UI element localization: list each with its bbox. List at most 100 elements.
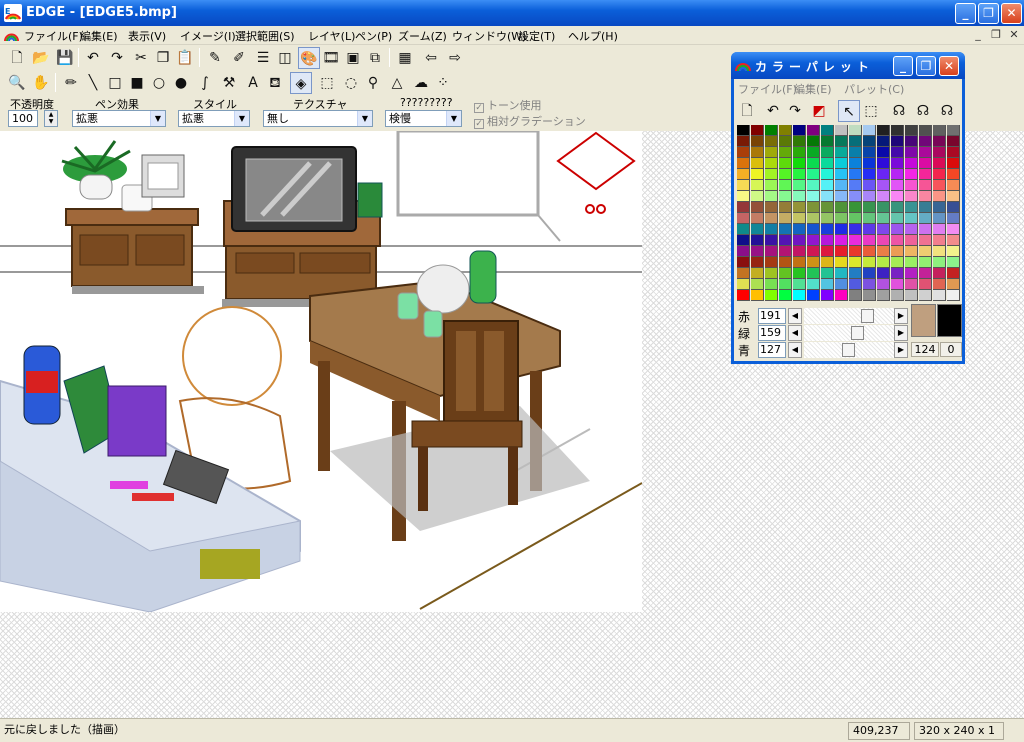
palette-menu-palette[interactable]: パレット(C) xyxy=(844,81,904,97)
color-swatch[interactable] xyxy=(793,202,806,213)
color-swatch[interactable] xyxy=(947,125,960,136)
color-swatch[interactable] xyxy=(947,169,960,180)
color-swatch[interactable] xyxy=(779,235,792,246)
color-swatch[interactable] xyxy=(821,158,834,169)
curve-icon[interactable]: ∫ xyxy=(194,72,216,94)
chevron-down-icon[interactable]: ▼ xyxy=(150,111,165,126)
color-swatch[interactable] xyxy=(779,213,792,224)
color-swatch[interactable] xyxy=(863,136,876,147)
color-swatch[interactable] xyxy=(793,246,806,257)
color-swatch[interactable] xyxy=(919,180,932,191)
color-swatch[interactable] xyxy=(849,136,862,147)
redo-icon[interactable]: ↷ xyxy=(106,47,128,69)
color-swatch[interactable] xyxy=(947,158,960,169)
color-swatch[interactable] xyxy=(877,180,890,191)
color-swatch[interactable] xyxy=(877,191,890,202)
color-swatch[interactable] xyxy=(821,202,834,213)
menu-layer[interactable]: レイヤ(L) xyxy=(308,28,355,44)
color-swatch[interactable] xyxy=(779,290,792,301)
color-swatch[interactable] xyxy=(877,169,890,180)
headphones-icon[interactable]: ☊ xyxy=(888,100,910,122)
color-swatch[interactable] xyxy=(849,213,862,224)
color-swatch[interactable] xyxy=(849,125,862,136)
color-swatch[interactable] xyxy=(891,268,904,279)
color-swatch[interactable] xyxy=(947,290,960,301)
color-swatch[interactable] xyxy=(737,158,750,169)
color-swatch[interactable] xyxy=(807,147,820,158)
color-swatch[interactable] xyxy=(779,257,792,268)
color-swatch[interactable] xyxy=(947,257,960,268)
color-swatch[interactable] xyxy=(835,169,848,180)
tone-checkbox[interactable]: ✓ トーン使用 xyxy=(474,97,541,113)
color-swatch[interactable] xyxy=(821,290,834,301)
color-swatch[interactable] xyxy=(863,147,876,158)
color-swatch[interactable] xyxy=(905,279,918,290)
color-swatch[interactable] xyxy=(891,136,904,147)
color-swatch[interactable] xyxy=(751,147,764,158)
color-swatch[interactable] xyxy=(765,136,778,147)
color-swatch[interactable] xyxy=(919,235,932,246)
layers-icon[interactable]: ◫ xyxy=(274,47,296,69)
color-swatch[interactable] xyxy=(849,180,862,191)
color-swatch[interactable] xyxy=(751,268,764,279)
color-swatch[interactable] xyxy=(793,213,806,224)
blue-value-input[interactable]: 127 xyxy=(758,342,786,358)
color-swatch[interactable] xyxy=(947,147,960,158)
color-swatch[interactable] xyxy=(919,279,932,290)
pen-effect-select[interactable]: 拡悪 ▼ xyxy=(72,110,166,127)
color-swatch[interactable] xyxy=(877,202,890,213)
color-swatch[interactable] xyxy=(905,180,918,191)
pen-settings-icon[interactable]: ✎ xyxy=(204,47,226,69)
color-swatch[interactable] xyxy=(933,235,946,246)
color-swatch[interactable] xyxy=(849,257,862,268)
color-swatch[interactable] xyxy=(891,224,904,235)
color-swatch[interactable] xyxy=(751,158,764,169)
color-swatch[interactable] xyxy=(737,279,750,290)
color-swatch[interactable] xyxy=(947,213,960,224)
pointer-icon[interactable]: ↖ xyxy=(838,100,860,122)
color-swatch[interactable] xyxy=(877,136,890,147)
fill-bucket-icon[interactable]: ⛾ xyxy=(264,72,286,94)
color-swatch[interactable] xyxy=(891,202,904,213)
color-swatch[interactable] xyxy=(919,290,932,301)
color-swatch[interactable] xyxy=(933,213,946,224)
red-increase-button[interactable]: ▶ xyxy=(894,308,908,324)
color-swatch[interactable] xyxy=(737,246,750,257)
document-icon[interactable] xyxy=(4,28,19,43)
color-swatch[interactable] xyxy=(807,224,820,235)
color-swatch[interactable] xyxy=(891,180,904,191)
palette-menu-file[interactable]: ファイル(F) xyxy=(738,81,797,97)
brush-icon[interactable]: ✐ xyxy=(228,47,250,69)
blue-slider[interactable] xyxy=(804,342,894,358)
color-swatch[interactable] xyxy=(933,268,946,279)
color-swatch[interactable] xyxy=(807,213,820,224)
color-swatch[interactable] xyxy=(863,268,876,279)
color-swatch[interactable] xyxy=(877,224,890,235)
color-swatch[interactable] xyxy=(751,125,764,136)
green-value-input[interactable]: 159 xyxy=(758,325,786,341)
color-swatch[interactable] xyxy=(835,268,848,279)
color-swatch[interactable] xyxy=(821,235,834,246)
color-swatch[interactable] xyxy=(807,235,820,246)
menu-file[interactable]: ファイル(F) xyxy=(24,28,83,44)
color-swatch[interactable] xyxy=(849,235,862,246)
color-swatch[interactable] xyxy=(821,180,834,191)
color-swatch[interactable] xyxy=(751,279,764,290)
green-decrease-button[interactable]: ◀ xyxy=(788,325,802,341)
hammer-icon[interactable]: ⚒ xyxy=(218,72,240,94)
ellipse-select-icon[interactable]: ◌ xyxy=(340,72,362,94)
color-swatch[interactable] xyxy=(835,235,848,246)
color-swatch[interactable] xyxy=(751,257,764,268)
color-swatch[interactable] xyxy=(737,257,750,268)
color-swatch[interactable] xyxy=(863,191,876,202)
color-swatch[interactable] xyxy=(765,202,778,213)
new-palette-icon[interactable]: 🗋 xyxy=(736,100,758,122)
color-swatch[interactable] xyxy=(765,257,778,268)
cloud-select-icon[interactable]: ☁ xyxy=(410,72,432,94)
color-swatch[interactable] xyxy=(807,136,820,147)
color-swatch[interactable] xyxy=(765,180,778,191)
color-swatch[interactable] xyxy=(933,147,946,158)
color-swatch[interactable] xyxy=(919,136,932,147)
color-swatch[interactable] xyxy=(807,125,820,136)
arrow-left-icon[interactable]: ⇦ xyxy=(420,47,442,69)
